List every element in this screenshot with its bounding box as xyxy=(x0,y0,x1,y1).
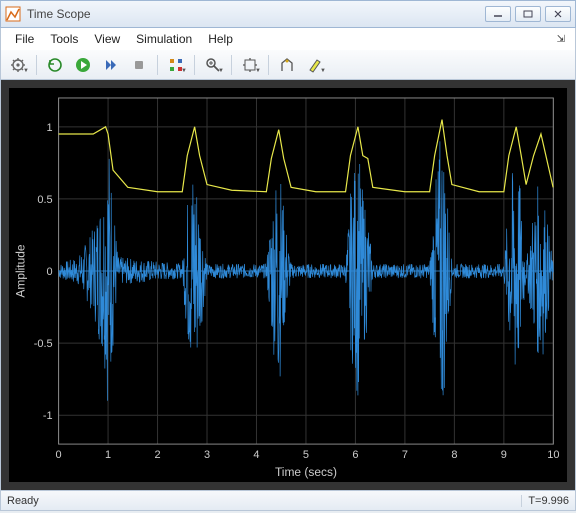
svg-text:-0.5: -0.5 xyxy=(34,338,53,350)
svg-text:5: 5 xyxy=(303,449,309,461)
step-back-button[interactable] xyxy=(42,54,68,76)
svg-text:3: 3 xyxy=(204,449,210,461)
menu-simulation[interactable]: Simulation xyxy=(128,30,200,48)
svg-text:0.5: 0.5 xyxy=(37,194,52,206)
titlebar: Time Scope xyxy=(0,0,576,28)
svg-text:0: 0 xyxy=(46,266,52,278)
autoscale-button[interactable]: ▼ xyxy=(237,54,263,76)
svg-text:7: 7 xyxy=(402,449,408,461)
stop-button[interactable] xyxy=(126,54,152,76)
settings-button[interactable]: ▼ xyxy=(5,54,31,76)
window-buttons xyxy=(485,6,571,22)
status-time: T=9.996 xyxy=(521,495,575,507)
svg-text:8: 8 xyxy=(451,449,457,461)
svg-text:Time (secs): Time (secs) xyxy=(275,465,337,479)
statusbar: Ready T=9.996 xyxy=(0,491,576,511)
svg-text:6: 6 xyxy=(352,449,358,461)
svg-text:10: 10 xyxy=(547,449,559,461)
menu-tools[interactable]: Tools xyxy=(42,30,86,48)
svg-text:2: 2 xyxy=(154,449,160,461)
svg-text:9: 9 xyxy=(501,449,507,461)
maximize-button[interactable] xyxy=(515,6,541,22)
run-button[interactable] xyxy=(70,54,96,76)
menu-help[interactable]: Help xyxy=(200,30,241,48)
triggers-button[interactable]: ▼ xyxy=(163,54,189,76)
menu-view[interactable]: View xyxy=(86,30,128,48)
zoom-button[interactable]: ▼ xyxy=(200,54,226,76)
svg-text:1: 1 xyxy=(46,122,52,134)
app-icon xyxy=(5,6,21,22)
svg-text:Amplitude: Amplitude xyxy=(14,244,28,298)
svg-text:4: 4 xyxy=(253,449,259,461)
time-scope-plot[interactable]: 0 1 2 3 4 5 6 7 8 9 10 -1 -0.5 0 0.5 1 Time (secs) Amplit… xyxy=(9,88,567,482)
measurements-button[interactable] xyxy=(274,54,300,76)
menubar: File Tools View Simulation Help ⇲ xyxy=(0,28,576,50)
close-button[interactable] xyxy=(545,6,571,22)
toolbar: ▼ ▼ ▼ ▼ ▼ xyxy=(0,50,576,80)
minimize-button[interactable] xyxy=(485,6,511,22)
menu-file[interactable]: File xyxy=(7,30,42,48)
plot-area: 0 1 2 3 4 5 6 7 8 9 10 -1 -0.5 0 0.5 1 Time (secs) Amplit… xyxy=(0,80,576,491)
svg-text:0: 0 xyxy=(56,449,62,461)
window-title: Time Scope xyxy=(27,7,485,21)
svg-text:-1: -1 xyxy=(43,410,53,422)
highlight-button[interactable]: ▼ xyxy=(302,54,328,76)
dock-icon[interactable]: ⇲ xyxy=(553,34,569,45)
svg-text:1: 1 xyxy=(105,449,111,461)
status-text: Ready xyxy=(1,495,521,507)
step-forward-button[interactable] xyxy=(98,54,124,76)
